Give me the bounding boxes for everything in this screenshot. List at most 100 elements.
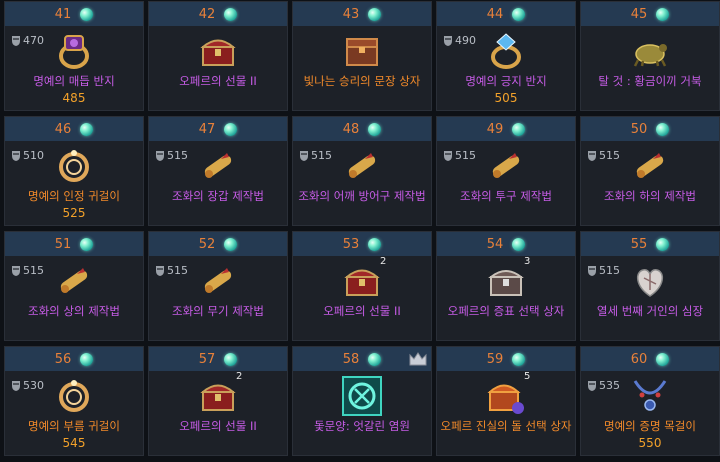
gear-score-value: 530	[23, 379, 44, 392]
reward-slot[interactable]: 56 530 명예의 부름 귀걸이 545	[4, 346, 144, 456]
gear-score-value: 515	[167, 264, 188, 277]
item-name-text: 조화의 무기 제작법	[172, 304, 264, 318]
item-name: 명예의 인정 귀걸이 525	[8, 188, 140, 222]
item-name: 조화의 하의 제작법	[584, 188, 716, 205]
turtle-mount-icon[interactable]	[629, 30, 671, 72]
helmet-icon	[11, 380, 21, 392]
gear-score: 515	[155, 149, 188, 162]
chest-orange-icon[interactable]	[485, 375, 527, 417]
reward-slot[interactable]: 58 돛문양: 엇갈린 염원	[292, 346, 432, 456]
item-quantity: 2	[236, 371, 243, 382]
level-number: 50	[630, 121, 648, 137]
reward-slot[interactable]: 46 510 명예의 인정 귀걸이 525	[4, 116, 144, 226]
slot-header: 48	[293, 117, 431, 141]
slot-header: 59	[437, 347, 575, 371]
reward-slot[interactable]: 59 5 오페르 진실의 돌 선택 상자	[436, 346, 576, 456]
reward-slot[interactable]: 60 535 명예의 증명 목걸이 550	[580, 346, 720, 456]
helmet-icon	[443, 150, 453, 162]
helmet-icon	[11, 35, 21, 47]
gear-score-value: 515	[599, 264, 620, 277]
slot-header: 47	[149, 117, 287, 141]
item-name-text: 오페르의 선물 II	[179, 419, 257, 433]
chest-red-icon[interactable]	[341, 260, 383, 302]
reward-slot[interactable]: 49 515 조화의 투구 제작법	[436, 116, 576, 226]
reward-slot[interactable]: 51 515 조화의 상의 제작법	[4, 231, 144, 341]
gem-coin-icon	[224, 7, 238, 21]
item-price: 505	[494, 91, 518, 105]
necklace-icon[interactable]	[629, 375, 671, 417]
gem-coin-icon	[80, 237, 94, 251]
slot-header: 46	[5, 117, 143, 141]
reward-slot[interactable]: 57 2 오페르의 선물 II	[148, 346, 288, 456]
item-name-text: 오페르의 선물 II	[179, 74, 257, 88]
item-quantity: 2	[380, 256, 387, 267]
earring-icon[interactable]	[53, 145, 95, 187]
reward-slot[interactable]: 53 2 오페르의 선물 II	[292, 231, 432, 341]
gear-score-value: 515	[167, 149, 188, 162]
scroll-icon[interactable]	[197, 260, 239, 302]
slot-header: 45	[581, 2, 719, 26]
item-name-text: 오페르의 증표 선택 상자	[447, 304, 565, 318]
scroll-icon[interactable]	[341, 145, 383, 187]
item-name: 명예의 부름 귀걸이 545	[8, 418, 140, 452]
reward-slot[interactable]: 52 515 조화의 무기 제작법	[148, 231, 288, 341]
chest-box-icon[interactable]	[341, 30, 383, 72]
helmet-icon	[443, 35, 453, 47]
reward-slot[interactable]: 44 490 명예의 긍지 반지 505	[436, 1, 576, 111]
chest-red-icon[interactable]	[197, 375, 239, 417]
item-name: 조화의 투구 제작법	[440, 188, 572, 205]
item-name-text: 명예의 증명 목걸이	[604, 419, 696, 433]
level-number: 52	[198, 236, 216, 252]
level-number: 55	[630, 236, 648, 252]
reward-slot[interactable]: 47 515 조화의 장갑 제작법	[148, 116, 288, 226]
crown-icon	[409, 350, 427, 368]
item-name: 열세 번째 거인의 심장	[584, 303, 716, 320]
gem-coin-icon	[368, 7, 382, 21]
item-name: 빛나는 승리의 문장 상자	[296, 73, 428, 90]
level-number: 47	[198, 121, 216, 137]
item-name: 오페르의 선물 II	[152, 73, 284, 90]
item-quantity: 5	[524, 371, 531, 382]
gem-coin-icon	[512, 237, 526, 251]
level-number: 46	[54, 121, 72, 137]
reward-slot[interactable]: 41 470 명예의 매듭 반지 485	[4, 1, 144, 111]
item-name-text: 명예의 인정 귀걸이	[28, 189, 120, 203]
scroll-icon[interactable]	[53, 260, 95, 302]
gem-coin-icon	[656, 352, 670, 366]
reward-slot[interactable]: 54 3 오페르의 증표 선택 상자	[436, 231, 576, 341]
gem-coin-icon	[512, 7, 526, 21]
item-name-text: 명예의 부름 귀걸이	[28, 419, 120, 433]
reward-slot[interactable]: 50 515 조화의 하의 제작법	[580, 116, 720, 226]
earring-icon[interactable]	[53, 375, 95, 417]
item-name: 조화의 장갑 제작법	[152, 188, 284, 205]
level-number: 60	[630, 351, 648, 367]
level-number: 41	[54, 6, 72, 22]
item-name: 오페르의 선물 II	[296, 303, 428, 320]
scroll-icon[interactable]	[197, 145, 239, 187]
gear-score: 515	[587, 149, 620, 162]
level-number: 59	[486, 351, 504, 367]
gear-score-value: 515	[23, 264, 44, 277]
heart-icon[interactable]	[629, 260, 671, 302]
ring-purple-icon[interactable]	[53, 30, 95, 72]
gear-score: 515	[155, 264, 188, 277]
reward-slot[interactable]: 42 오페르의 선물 II	[148, 1, 288, 111]
level-number: 53	[342, 236, 360, 252]
emblem-icon[interactable]	[341, 375, 383, 417]
ring-blue-icon[interactable]	[485, 30, 527, 72]
slot-header: 44	[437, 2, 575, 26]
scroll-icon[interactable]	[485, 145, 527, 187]
gear-score-value: 470	[23, 34, 44, 47]
gear-score-value: 535	[599, 379, 620, 392]
chest-red-icon[interactable]	[197, 30, 239, 72]
gem-coin-icon	[224, 122, 238, 136]
chest-silver-icon[interactable]	[485, 260, 527, 302]
gear-score: 535	[587, 379, 620, 392]
reward-slot[interactable]: 43 빛나는 승리의 문장 상자	[292, 1, 432, 111]
reward-slot[interactable]: 55 515 열세 번째 거인의 심장	[580, 231, 720, 341]
gem-coin-icon	[368, 237, 382, 251]
slot-header: 42	[149, 2, 287, 26]
reward-slot[interactable]: 48 515 조화의 어깨 방어구 제작법	[292, 116, 432, 226]
reward-slot[interactable]: 45 탈 것 : 황금이끼 거북	[580, 1, 720, 111]
scroll-icon[interactable]	[629, 145, 671, 187]
